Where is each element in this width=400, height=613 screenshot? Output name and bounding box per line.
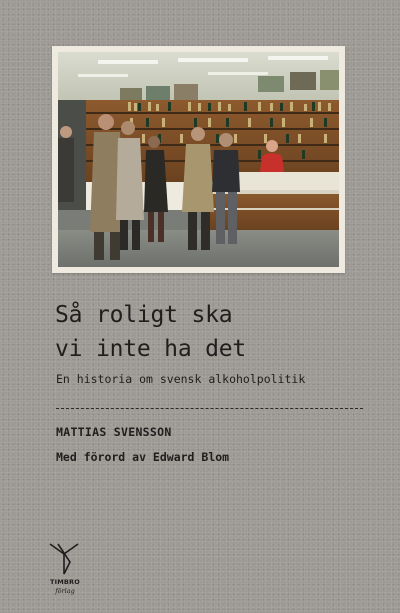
cover-photo bbox=[58, 52, 339, 267]
publisher-name: TIMBRO bbox=[49, 578, 80, 586]
foreword-credit: Med förord av Edward Blom bbox=[56, 450, 230, 464]
timbro-logo-icon bbox=[49, 543, 79, 575]
publisher-sub: förlag bbox=[55, 587, 75, 595]
publisher-logo: TIMBRO förlag bbox=[44, 540, 84, 600]
book-subtitle: En historia om svensk alkoholpolitik bbox=[56, 372, 306, 386]
book-title-line-1: Så roligt ska bbox=[55, 302, 233, 328]
book-title: Så roligt ska vi inte ha det bbox=[55, 298, 375, 366]
cover-photo-frame bbox=[52, 46, 345, 273]
dashed-divider bbox=[56, 408, 363, 409]
author-name: MATTIAS SVENSSON bbox=[56, 425, 172, 439]
book-title-line-2: vi inte ha det bbox=[55, 336, 247, 362]
book-cover: Så roligt ska vi inte ha det En historia… bbox=[0, 0, 400, 613]
